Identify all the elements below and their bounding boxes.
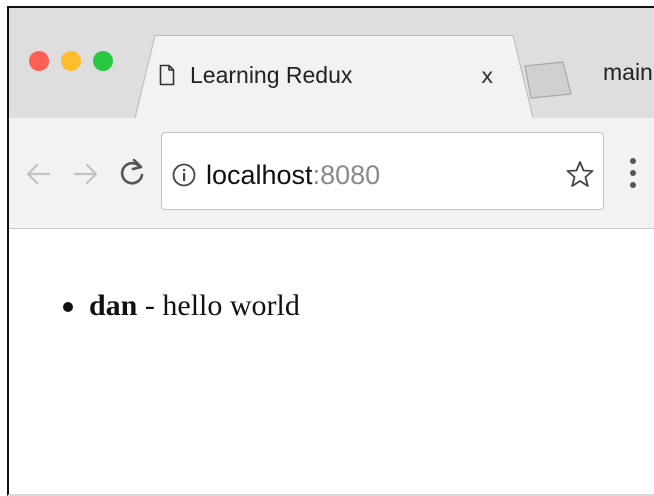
browser-window: Learning Redux x main localhost:8080 dan… xyxy=(7,6,654,496)
bullet-icon xyxy=(63,302,73,312)
tab-title: Learning Redux xyxy=(190,62,353,88)
page-content: dan - hello world xyxy=(9,229,654,494)
url-text[interactable]: localhost:8080 xyxy=(206,159,380,191)
reload-icon[interactable] xyxy=(118,158,146,188)
arrow-right-icon[interactable] xyxy=(73,161,99,187)
minimize-window-button[interactable] xyxy=(61,51,81,71)
close-window-button[interactable] xyxy=(29,51,49,71)
tab-close-button[interactable]: x xyxy=(481,64,493,88)
new-tab-icon[interactable] xyxy=(523,58,575,102)
url-host: localhost xyxy=(206,160,313,190)
kebab-menu-icon[interactable] xyxy=(629,156,637,190)
zoom-window-button[interactable] xyxy=(93,51,113,71)
message-text: hello world xyxy=(162,289,300,322)
info-icon[interactable] xyxy=(172,163,196,187)
message-list: dan - hello world xyxy=(61,288,300,324)
window-profile-label: main xyxy=(603,59,653,85)
file-icon xyxy=(159,64,175,86)
message-user: dan xyxy=(89,289,138,322)
list-item: dan - hello world xyxy=(61,288,300,324)
arrow-left-icon[interactable] xyxy=(25,161,51,187)
message-separator: - xyxy=(137,289,163,322)
url-port: :8080 xyxy=(312,160,381,190)
star-icon[interactable] xyxy=(566,160,594,188)
